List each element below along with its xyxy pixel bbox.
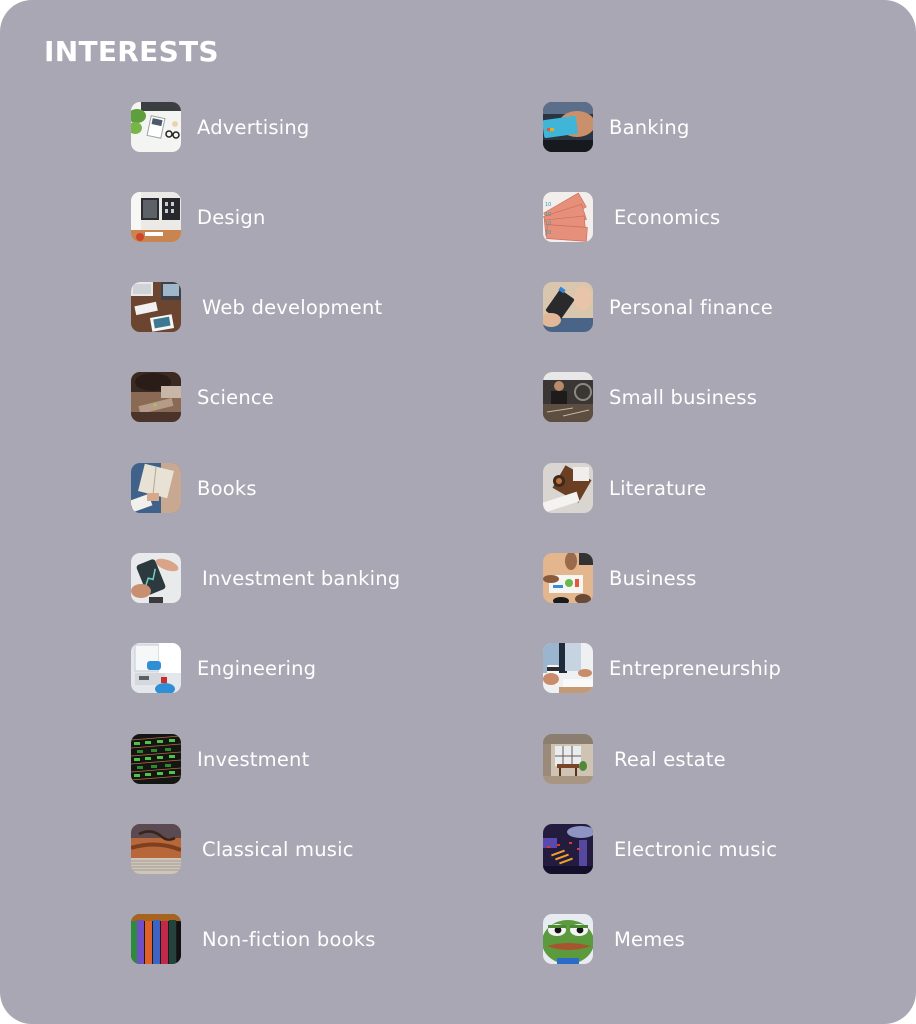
banking-photo-icon bbox=[543, 102, 593, 152]
interest-item-real-estate[interactable]: Real estate bbox=[543, 734, 726, 784]
science-photo-icon bbox=[131, 372, 181, 422]
interest-label: Investment banking bbox=[202, 566, 401, 590]
interest-item-entrepreneurship[interactable]: Entrepreneurship bbox=[543, 643, 781, 693]
section-title: INTERESTS bbox=[44, 35, 219, 68]
interest-label: Memes bbox=[614, 927, 685, 951]
interest-label: Entrepreneurship bbox=[609, 656, 782, 680]
interest-label: Classical music bbox=[202, 837, 354, 861]
business-photo-icon bbox=[543, 553, 593, 603]
interest-label: Design bbox=[197, 205, 266, 229]
books-photo-icon bbox=[131, 463, 181, 513]
web-development-photo-icon bbox=[131, 282, 181, 332]
interest-label: Non-fiction books bbox=[202, 927, 376, 951]
engineering-photo-icon bbox=[131, 643, 181, 693]
design-photo-icon bbox=[131, 192, 181, 242]
interest-item-electronic-music[interactable]: Electronic music bbox=[543, 824, 777, 874]
interest-label: Web development bbox=[202, 295, 383, 319]
classical-music-photo-icon bbox=[131, 824, 181, 874]
interest-item-engineering[interactable]: Engineering bbox=[131, 643, 316, 693]
small-business-photo-icon bbox=[543, 372, 593, 422]
interest-label: Small business bbox=[609, 385, 758, 409]
interest-item-banking[interactable]: Banking bbox=[543, 102, 690, 152]
investment-banking-photo-icon bbox=[131, 553, 181, 603]
interest-item-memes[interactable]: Memes bbox=[543, 914, 685, 964]
svg-text:10: 10 bbox=[545, 212, 551, 218]
interest-item-economics[interactable]: 10 10 10 10 Economics bbox=[543, 192, 720, 242]
interest-item-science[interactable]: Science bbox=[131, 372, 274, 422]
interest-item-classical-music[interactable]: Classical music bbox=[131, 824, 354, 874]
interest-item-literature[interactable]: Literature bbox=[543, 463, 706, 513]
interest-item-advertising[interactable]: Advertising bbox=[131, 102, 310, 152]
interest-label: Banking bbox=[609, 115, 690, 139]
interest-item-design[interactable]: Design bbox=[131, 192, 266, 242]
interest-label: Real estate bbox=[614, 747, 726, 771]
interest-label: Investment bbox=[197, 747, 310, 771]
interest-item-small-business[interactable]: Small business bbox=[543, 372, 757, 422]
interest-item-investment-banking[interactable]: Investment banking bbox=[131, 553, 400, 603]
interest-label: Literature bbox=[609, 476, 707, 500]
literature-photo-icon bbox=[543, 463, 593, 513]
interest-label: Books bbox=[197, 476, 257, 500]
interest-item-non-fiction-books[interactable]: Non-fiction books bbox=[131, 914, 376, 964]
interest-label: Electronic music bbox=[614, 837, 778, 861]
real-estate-photo-icon bbox=[543, 734, 593, 784]
svg-text:10: 10 bbox=[545, 230, 551, 236]
interests-panel: INTERESTS Advertising Design Web develop… bbox=[0, 0, 916, 1024]
interest-item-books[interactable]: Books bbox=[131, 463, 257, 513]
non-fiction-books-photo-icon bbox=[131, 914, 181, 964]
svg-text:10: 10 bbox=[545, 202, 551, 208]
interest-label: Economics bbox=[614, 205, 721, 229]
investment-photo-icon bbox=[131, 734, 181, 784]
economics-photo-icon: 10 10 10 10 bbox=[543, 192, 593, 242]
interest-label: Science bbox=[197, 385, 274, 409]
interest-item-investment[interactable]: Investment bbox=[131, 734, 309, 784]
electronic-music-photo-icon bbox=[543, 824, 593, 874]
interest-label: Business bbox=[609, 566, 697, 590]
entrepreneurship-photo-icon bbox=[543, 643, 593, 693]
interest-label: Personal finance bbox=[609, 295, 773, 319]
personal-finance-photo-icon bbox=[543, 282, 593, 332]
svg-text:10: 10 bbox=[545, 221, 551, 227]
interest-item-web-development[interactable]: Web development bbox=[131, 282, 382, 332]
advertising-photo-icon bbox=[131, 102, 181, 152]
interest-item-business[interactable]: Business bbox=[543, 553, 697, 603]
interest-label: Engineering bbox=[197, 656, 317, 680]
memes-photo-icon bbox=[543, 914, 593, 964]
interest-item-personal-finance[interactable]: Personal finance bbox=[543, 282, 773, 332]
interest-label: Advertising bbox=[197, 115, 310, 139]
